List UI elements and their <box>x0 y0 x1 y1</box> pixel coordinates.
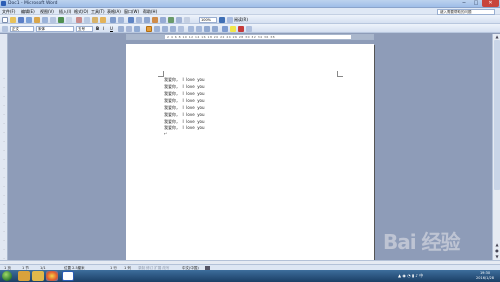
new-doc-icon[interactable] <box>2 16 8 23</box>
tables-borders-icon[interactable] <box>136 16 142 23</box>
cut-icon[interactable] <box>76 16 82 23</box>
close-button[interactable]: ✕ <box>482 0 499 7</box>
research-icon[interactable] <box>66 16 72 23</box>
menu-insert[interactable]: 插入(I) <box>59 8 71 15</box>
print-preview-icon[interactable] <box>50 16 56 23</box>
margin-corner-top-right <box>337 71 343 77</box>
horizontal-ruler[interactable]: 2 4 6 8 10 12 14 16 18 20 22 24 26 28 30… <box>126 34 374 40</box>
insert-excel-icon[interactable] <box>152 16 158 23</box>
ruler-left-margin <box>127 35 165 39</box>
system-tray[interactable]: ▲ ◉ ◔ ▮ ♪ 中 <box>398 273 423 279</box>
text-line[interactable]: 我爱你， I love you <box>164 120 205 124</box>
insert-table-icon[interactable] <box>144 16 150 23</box>
text-line[interactable]: 我爱你， I love you <box>164 92 205 96</box>
increase-indent-icon[interactable] <box>212 25 218 32</box>
font-select[interactable]: 宋体 <box>36 25 74 32</box>
menu-edit[interactable]: 编辑(E) <box>21 8 35 15</box>
vertical-ruler: ---------------------- <box>0 34 8 269</box>
bold-button[interactable]: B <box>96 25 99 32</box>
standard-toolbar: 100% 阅读(R) <box>0 15 500 24</box>
open-folder-icon[interactable] <box>10 16 16 23</box>
menu-window[interactable]: 窗口(W) <box>124 8 139 15</box>
underline-button[interactable]: U <box>110 25 113 32</box>
align-justify-icon[interactable] <box>146 25 152 32</box>
copy-icon[interactable] <box>84 16 90 23</box>
paste-icon[interactable] <box>92 16 98 23</box>
char-border-icon[interactable] <box>118 25 124 32</box>
text-line[interactable]: 我爱你， I love you <box>164 85 205 89</box>
ruler-right-margin <box>351 35 373 39</box>
redo-icon[interactable] <box>118 16 124 23</box>
paragraph-mark: ↵ <box>164 131 168 136</box>
menu-bar: 文件(F) 编辑(E) 视图(V) 插入(I) 格式(O) 工具(T) 表格(A… <box>0 8 500 15</box>
zoom-select[interactable]: 100% <box>199 16 217 23</box>
taskbar: ▲ ◉ ◔ ▮ ♪ 中 19:30 2016/1/28 <box>0 270 500 282</box>
menu-help[interactable]: 帮助(H) <box>143 8 157 15</box>
vertical-ruler-marks: ---------------------- <box>3 76 5 269</box>
menu-file[interactable]: 文件(F) <box>2 8 15 15</box>
text-line[interactable]: 我爱你， I love you <box>164 126 205 130</box>
hyperlink-icon[interactable] <box>128 16 134 23</box>
scroll-thumb[interactable] <box>494 40 500 190</box>
spelling-icon[interactable] <box>58 16 64 23</box>
italic-button[interactable]: I <box>103 25 104 32</box>
toolbar-options-icon[interactable] <box>246 25 252 32</box>
font-size-select[interactable]: 五号 <box>76 25 93 32</box>
maximize-button[interactable]: □ <box>470 0 482 7</box>
char-scale-icon[interactable] <box>134 25 140 32</box>
email-icon[interactable] <box>34 16 40 23</box>
baidu-jingyan-watermark: Bai 经验 <box>383 230 461 254</box>
bullets-icon[interactable] <box>196 25 202 32</box>
border-icon[interactable] <box>222 25 228 32</box>
vertical-scrollbar[interactable]: ▲ ▲ ● ▼ <box>492 34 500 260</box>
show-hide-icon[interactable] <box>184 16 190 23</box>
help-icon[interactable] <box>219 16 225 23</box>
minimize-button[interactable]: ─ <box>458 0 470 7</box>
title-bar[interactable]: Doc1 - Microsoft Word ─ □ ✕ <box>0 0 500 8</box>
text-line[interactable]: 我爱你， I love you <box>164 78 205 82</box>
distribute-icon[interactable] <box>170 25 176 32</box>
font-color-icon[interactable] <box>238 25 244 32</box>
text-line[interactable]: 我爱你， I love you <box>164 113 205 117</box>
drawing-icon[interactable] <box>168 16 174 23</box>
menu-view[interactable]: 视图(V) <box>40 8 54 15</box>
style-select[interactable]: 正文 <box>10 25 34 32</box>
undo-icon[interactable] <box>110 16 116 23</box>
read-button[interactable]: 阅读(R) <box>234 16 248 23</box>
text-line[interactable]: 我爱你， I love you <box>164 99 205 103</box>
highlight-icon[interactable] <box>230 25 236 32</box>
decrease-indent-icon[interactable] <box>204 25 210 32</box>
browser-icon[interactable] <box>46 271 58 281</box>
columns-icon[interactable] <box>160 16 166 23</box>
help-search-input[interactable]: 键入需要帮助的问题 <box>437 8 495 15</box>
start-button[interactable] <box>2 271 12 281</box>
read-icon[interactable] <box>227 16 233 23</box>
print-icon[interactable] <box>42 16 48 23</box>
menu-format[interactable]: 格式(O) <box>74 8 88 15</box>
window-title: Doc1 - Microsoft Word <box>8 1 58 6</box>
word-icon <box>1 1 6 6</box>
ruler-numbers: 2 4 6 8 10 12 14 16 18 20 22 24 26 28 30… <box>167 35 276 39</box>
text-line[interactable]: 我爱你， I love you <box>164 106 205 110</box>
char-shading-icon[interactable] <box>126 25 132 32</box>
permission-icon[interactable] <box>26 16 32 23</box>
menu-tools[interactable]: 工具(T) <box>91 8 105 15</box>
line-spacing-icon[interactable] <box>178 25 184 32</box>
explorer-icon[interactable] <box>18 271 30 281</box>
clock[interactable]: 19:30 2016/1/28 <box>472 271 498 281</box>
align-center-icon[interactable] <box>154 25 160 32</box>
menu-table[interactable]: 表格(A) <box>107 8 121 15</box>
format-painter-icon[interactable] <box>100 16 106 23</box>
save-icon[interactable] <box>18 16 24 23</box>
styles-icon[interactable] <box>2 25 8 32</box>
clock-date: 2016/1/28 <box>476 276 494 280</box>
word-taskbar-icon[interactable] <box>62 271 74 281</box>
formatting-toolbar: 正文 宋体 五号 B I U <box>0 24 500 33</box>
document-map-icon[interactable] <box>176 16 182 23</box>
folder-icon[interactable] <box>32 271 44 281</box>
numbering-icon[interactable] <box>188 25 194 32</box>
align-right-icon[interactable] <box>162 25 168 32</box>
